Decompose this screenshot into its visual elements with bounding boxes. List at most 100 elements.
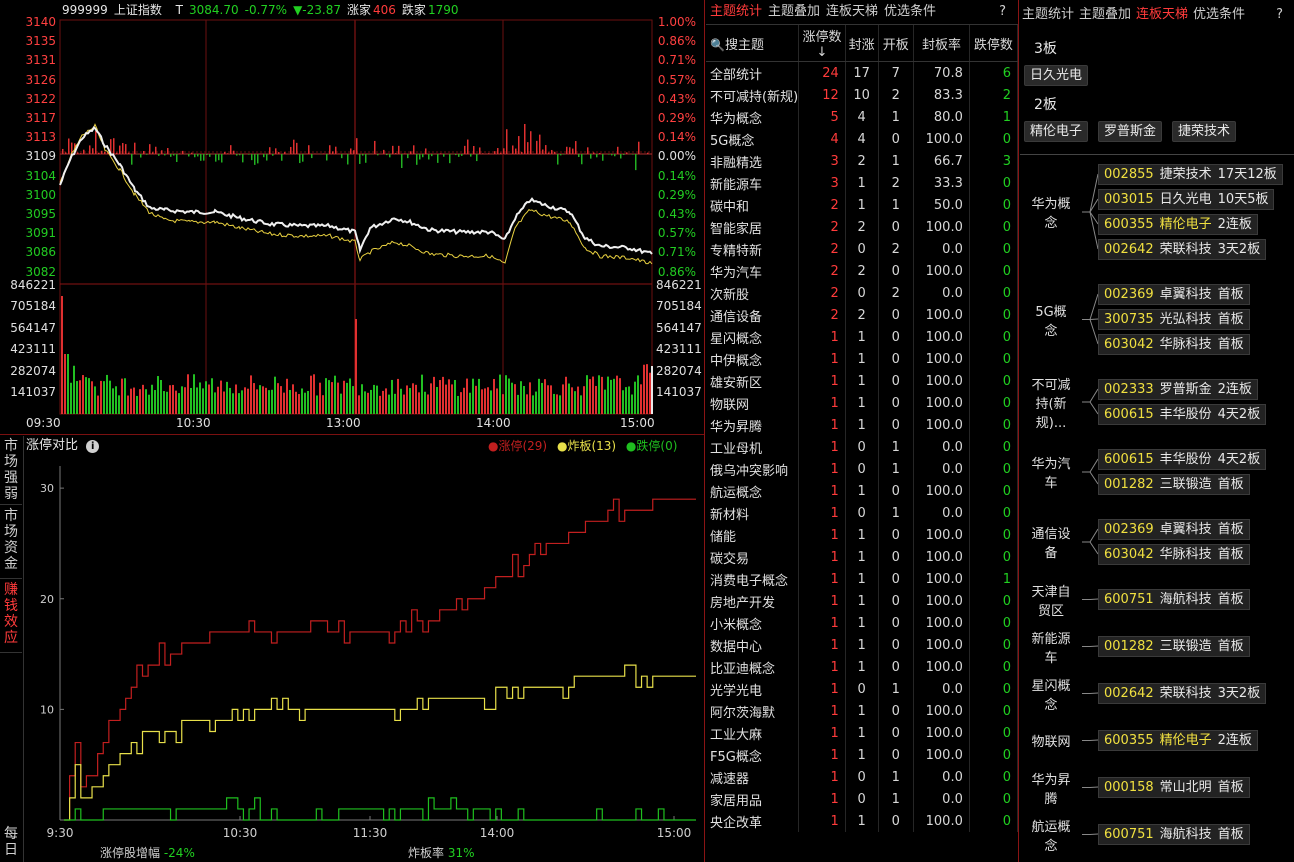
stock-item[interactable]: 603042 华脉科技 首板: [1098, 544, 1250, 565]
seal-rate: 100.0: [913, 568, 970, 590]
table-row[interactable]: 中伊概念 1 1 0 100.0 0: [706, 348, 1019, 370]
col-sealed[interactable]: 封涨: [845, 25, 879, 62]
stock-item[interactable]: 002369 卓翼科技 首板: [1098, 519, 1250, 540]
table-row[interactable]: 5G概念 4 4 0 100.0 0: [706, 128, 1019, 150]
broken-rate-value: 31%: [447, 846, 475, 860]
volume-bar: [229, 387, 231, 414]
table-row[interactable]: 消费电子概念 1 1 0 100.0 1: [706, 568, 1019, 590]
col-limit-up-count[interactable]: 涨停数↓: [798, 25, 846, 62]
col-opened[interactable]: 开板: [878, 25, 915, 62]
col-seal-rate[interactable]: 封板率: [913, 25, 970, 62]
limit-down-count: 0: [969, 744, 1019, 766]
table-row[interactable]: 工业母机 1 0 1 0.0 0: [706, 436, 1019, 458]
tab-daily[interactable]: 每日: [0, 824, 22, 862]
limit-up-count: 2: [798, 238, 846, 260]
table-row[interactable]: 房地产开发 1 1 0 100.0 0: [706, 590, 1019, 612]
table-row[interactable]: 俄乌冲突影响 1 0 1 0.0 0: [706, 458, 1019, 480]
tab-market-strength[interactable]: 市场强弱: [0, 436, 22, 505]
stock-item[interactable]: 001282 三联锻造 首板: [1098, 474, 1250, 495]
stock-item[interactable]: 600615 丰华股份 4天2板: [1098, 449, 1267, 470]
stock-item[interactable]: 002855 捷荣技术 17天12板: [1098, 164, 1283, 185]
stock-item[interactable]: 002642 荣联科技 3天2板: [1098, 239, 1267, 260]
diff-bar: [281, 154, 283, 161]
volume-bar: [535, 391, 537, 414]
opened-count: 0: [878, 656, 915, 678]
tab-market-funds[interactable]: 市场资金: [0, 506, 22, 579]
tab-preferred-conditions[interactable]: 优选条件: [884, 4, 936, 19]
volume-bar: [232, 393, 234, 414]
opened-count: 2: [878, 84, 915, 106]
table-row[interactable]: 华为汽车 2 2 0 100.0 0: [706, 260, 1019, 282]
group-name: 华为昇腾: [1031, 772, 1071, 807]
legend-limitdown[interactable]: 跌停(0): [636, 439, 677, 453]
table-row[interactable]: 次新股 2 0 2 0.0 0: [706, 282, 1019, 304]
stock-item[interactable]: 002369 卓翼科技 首板: [1098, 284, 1250, 305]
stock-item[interactable]: 003015 日久光电 10天5板: [1098, 189, 1275, 210]
table-row[interactable]: 华为概念 5 4 1 80.0 1: [706, 106, 1019, 128]
limit-up-count: 1: [798, 590, 846, 612]
tab-theme-stats[interactable]: 主题统计: [710, 4, 762, 19]
stock-item[interactable]: 000158 常山北明 首板: [1098, 777, 1250, 798]
volume-bar: [70, 382, 72, 414]
volume-bar: [79, 380, 81, 414]
diff-bar: [395, 153, 397, 154]
table-row[interactable]: 智能家居 2 2 0 100.0 0: [706, 216, 1019, 238]
table-row[interactable]: 工业大麻 1 1 0 100.0 0: [706, 722, 1019, 744]
search-theme-header[interactable]: 🔍搜主题: [706, 25, 800, 62]
table-row[interactable]: 小米概念 1 1 0 100.0 0: [706, 612, 1019, 634]
stock-item[interactable]: 600355 精伦电子 2连板: [1098, 214, 1258, 235]
table-row[interactable]: 星闪概念 1 1 0 100.0 0: [706, 326, 1019, 348]
table-row[interactable]: 全部统计 24 17 7 70.8 6: [706, 61, 1019, 84]
legend-broken[interactable]: 炸板(13): [567, 439, 616, 453]
stock-item[interactable]: 002333 罗普斯金 2连板: [1098, 379, 1258, 400]
table-row[interactable]: 航运概念 1 1 0 100.0 0: [706, 480, 1019, 502]
table-row[interactable]: 碳交易 1 1 0 100.0 0: [706, 546, 1019, 568]
stock-item[interactable]: 603042 华脉科技 首板: [1098, 334, 1250, 355]
limit-down-count: 0: [969, 480, 1019, 502]
volume-bar: [397, 378, 399, 414]
table-row[interactable]: 专精特新 2 0 2 0.0 0: [706, 238, 1019, 260]
table-row[interactable]: 华为昇腾 1 1 0 100.0 0: [706, 414, 1019, 436]
col-limit-down-count[interactable]: 跌停数: [969, 25, 1019, 62]
stock-item[interactable]: 002642 荣联科技 3天2板: [1098, 683, 1267, 704]
theme-name: 智能家居: [706, 216, 800, 238]
table-row[interactable]: 阿尔茨海默 1 1 0 100.0 0: [706, 700, 1019, 722]
opened-count: 1: [878, 150, 915, 172]
table-row[interactable]: F5G概念 1 1 0 100.0 0: [706, 744, 1019, 766]
table-row[interactable]: 非融精选 3 2 1 66.7 3: [706, 150, 1019, 172]
table-row[interactable]: 新材料 1 0 1 0.0 0: [706, 502, 1019, 524]
table-row[interactable]: 新能源车 3 1 2 33.3 0: [706, 172, 1019, 194]
stock-item[interactable]: 001282 三联锻造 首板: [1098, 636, 1250, 657]
volume-bar: [340, 393, 342, 414]
stock-item[interactable]: 300735 光弘科技 首板: [1098, 309, 1250, 330]
table-row[interactable]: 央企改革 1 1 0 100.0 0: [706, 810, 1019, 832]
table-row[interactable]: 雄安新区 1 1 0 100.0 0: [706, 370, 1019, 392]
table-row[interactable]: 物联网 1 1 0 100.0 0: [706, 392, 1019, 414]
tab-limit-ladder[interactable]: 连板天梯: [826, 4, 878, 19]
stock-item[interactable]: 600751 海航科技 首板: [1098, 824, 1250, 845]
table-row[interactable]: 减速器 1 0 1 0.0 0: [706, 766, 1019, 788]
table-row[interactable]: 数据中心 1 1 0 100.0 0: [706, 634, 1019, 656]
stock-item[interactable]: 600751 海航科技 首板: [1098, 589, 1250, 610]
limit-down-count: 0: [969, 678, 1019, 700]
diff-bar: [389, 154, 391, 158]
help-button[interactable]: ?: [999, 0, 1006, 24]
table-row[interactable]: 碳中和 2 1 1 50.0 0: [706, 194, 1019, 216]
table-row[interactable]: 家居用品 1 0 1 0.0 0: [706, 788, 1019, 810]
info-icon[interactable]: i: [86, 440, 100, 453]
stock-board-count: 首板: [1217, 312, 1244, 327]
legend-limitup[interactable]: 涨停(29): [498, 439, 547, 453]
table-row[interactable]: 光学光电 1 0 1 0.0 0: [706, 678, 1019, 700]
tab-theme-overlay[interactable]: 主题叠加: [768, 4, 820, 19]
stock-item[interactable]: 600615 丰华股份 4天2板: [1098, 404, 1267, 425]
table-row[interactable]: 储能 1 1 0 100.0 0: [706, 524, 1019, 546]
tab-profit-effect[interactable]: 赚钱效应: [0, 580, 22, 653]
table-row[interactable]: 不可减持(新规) 12 10 2 83.3 2: [706, 84, 1019, 106]
diff-bar: [254, 154, 256, 165]
limit-comparison-chart[interactable]: 10 20 30 9:30 10:30 11:30 14:00 15:00: [24, 456, 704, 862]
theme-name: 工业母机: [706, 436, 800, 458]
stock-item[interactable]: 600355 精伦电子 2连板: [1098, 730, 1258, 751]
table-row[interactable]: 比亚迪概念 1 1 0 100.0 0: [706, 656, 1019, 678]
table-row[interactable]: 通信设备 2 2 0 100.0 0: [706, 304, 1019, 326]
intraday-chart[interactable]: [0, 0, 704, 434]
